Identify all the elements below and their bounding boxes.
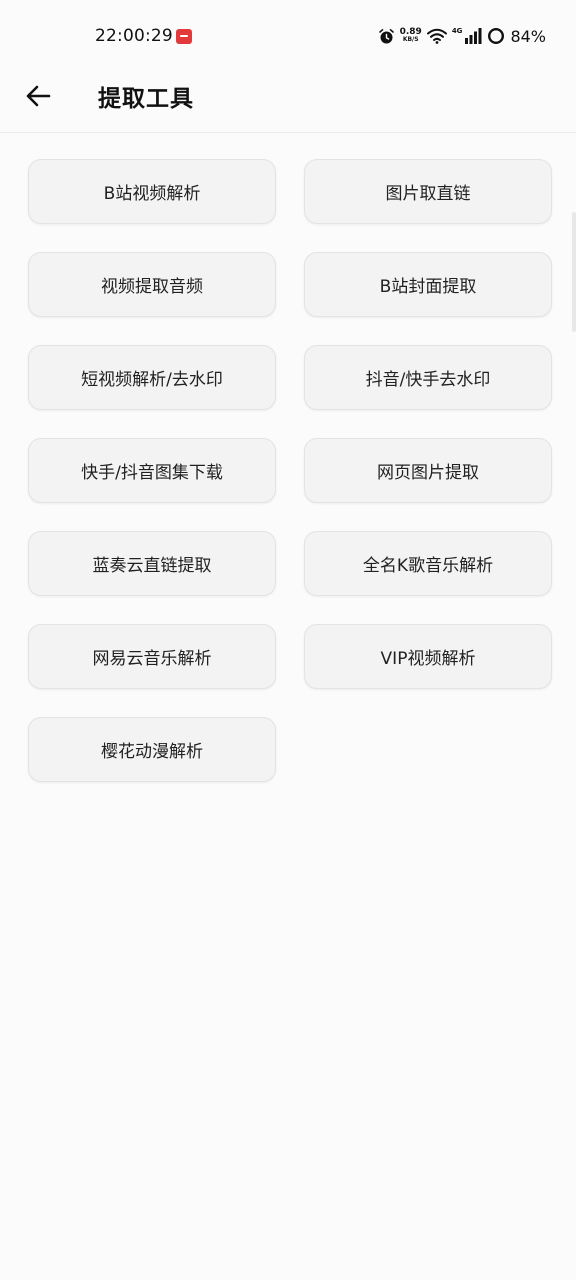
tool-button-bilibili-video-parse[interactable]: B站视频解析 [28, 159, 276, 224]
network-speed-value: 0.89 [399, 27, 422, 37]
tool-button-sakura-anime-parse[interactable]: 樱花动漫解析 [28, 717, 276, 782]
tool-button-video-extract-audio[interactable]: 视频提取音频 [28, 252, 276, 317]
alarm-clock-icon [378, 28, 394, 43]
tool-grid: B站视频解析 图片取直链 视频提取音频 B站封面提取 短视频解析/去水印 抖音/… [28, 159, 552, 782]
network-speed: 0.89 KB/S [400, 28, 422, 44]
battery-ring-icon [488, 27, 505, 45]
network-speed-unit: KB/S [402, 36, 419, 43]
cell-signal-icon [465, 28, 482, 44]
tool-button-netease-music-parse[interactable]: 网易云音乐解析 [28, 624, 276, 689]
tool-button-webpage-image-extract[interactable]: 网页图片提取 [304, 438, 552, 503]
status-icons: 0.89 KB/S 4G 84% [378, 25, 546, 47]
tool-button-kuaishou-douyin-gallery[interactable]: 快手/抖音图集下载 [28, 438, 276, 503]
network-type-label: 4G [451, 27, 463, 35]
page-title: 提取工具 [98, 86, 194, 112]
scroll-indicator [572, 212, 576, 332]
tool-button-bilibili-cover-extract[interactable]: B站封面提取 [304, 252, 552, 317]
back-button[interactable] [20, 78, 56, 114]
arrow-left-icon [26, 85, 51, 107]
app-notification-icon [176, 29, 192, 44]
status-time: 22:00:29 [95, 26, 173, 46]
tool-button-short-video-parse[interactable]: 短视频解析/去水印 [28, 345, 276, 410]
tool-button-lanzou-direct-link[interactable]: 蓝奏云直链提取 [28, 531, 276, 596]
tool-button-wesing-music-parse[interactable]: 全名K歌音乐解析 [304, 531, 552, 596]
app-bar: 提取工具 [0, 72, 576, 133]
wifi-icon [426, 28, 447, 44]
tool-button-vip-video-parse[interactable]: VIP视频解析 [304, 624, 552, 689]
tool-button-douyin-kuaishou-watermark[interactable]: 抖音/快手去水印 [304, 345, 552, 410]
status-bar: 22:00:29 0.89 KB/S 4G 84% [0, 0, 576, 72]
tool-button-image-direct-link[interactable]: 图片取直链 [304, 159, 552, 224]
battery-percent: 84% [510, 26, 546, 46]
